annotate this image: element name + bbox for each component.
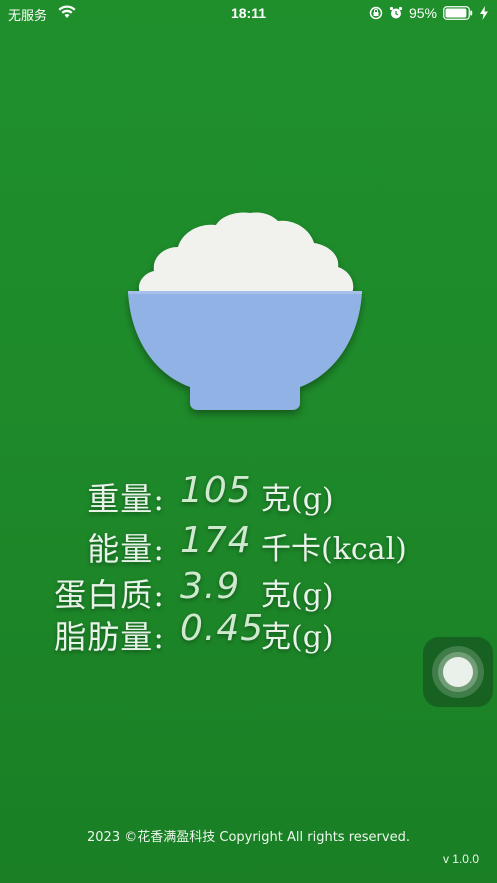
nutrition-row-energy: 能量: 174 千卡(kcal) bbox=[0, 520, 497, 568]
weight-value: 105 bbox=[180, 470, 252, 511]
bowl-body bbox=[128, 291, 362, 410]
nutrition-row-protein: 蛋白质: 3.9 克(g) bbox=[0, 566, 497, 614]
fat-label: 脂肪量: bbox=[54, 618, 165, 656]
screen-lock-icon bbox=[369, 6, 383, 20]
nutrition-row-fat: 脂肪量: 0.45 克(g) bbox=[0, 608, 497, 656]
battery-percent: 95% bbox=[408, 5, 437, 21]
assistive-middle-ring bbox=[438, 652, 478, 692]
version-label: v 1.0.0 bbox=[442, 852, 479, 866]
rice-bowl-illustration bbox=[128, 212, 362, 410]
protein-value: 3.9 bbox=[180, 566, 241, 607]
energy-unit: 千卡(kcal) bbox=[261, 532, 407, 567]
weight-unit: 克(g) bbox=[261, 482, 334, 517]
energy-value: 174 bbox=[180, 520, 252, 561]
assistive-outer-ring bbox=[432, 646, 484, 698]
weight-label: 重量: bbox=[87, 480, 165, 518]
battery-icon bbox=[443, 6, 473, 20]
copyright-text: 2023 ©花香满盈科技 Copyright All rights reserv… bbox=[87, 830, 410, 845]
fat-value: 0.45 bbox=[180, 608, 265, 649]
status-right-group: 95% bbox=[369, 4, 489, 22]
fat-unit: 克(g) bbox=[261, 620, 334, 655]
assistive-touch-button[interactable] bbox=[423, 637, 493, 707]
alarm-icon bbox=[389, 6, 403, 19]
assistive-center-dot bbox=[443, 657, 473, 687]
rice-mound bbox=[138, 212, 354, 293]
energy-label: 能量: bbox=[87, 530, 165, 568]
status-bar: 无服务 18:11 95% bbox=[0, 0, 497, 26]
charging-icon bbox=[480, 6, 488, 20]
nutrition-row-weight: 重量: 105 克(g) bbox=[0, 470, 497, 518]
